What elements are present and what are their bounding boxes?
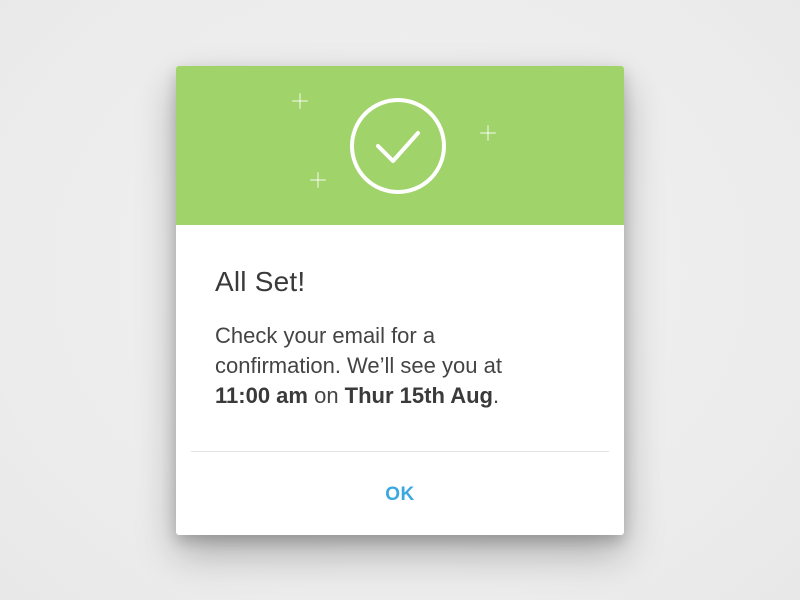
message-end: . — [492, 383, 500, 408]
confirmation-dialog: All Set! Check your email for a confirmat… — [176, 66, 624, 535]
message-line-2: confirmation. We’ll see you at — [215, 353, 502, 378]
plus-icon — [292, 93, 308, 109]
header-graphic — [292, 93, 496, 194]
backdrop: All Set! Check your email for a confirmat… — [0, 0, 800, 600]
message-connector: on — [307, 383, 345, 408]
appointment-date: Thur 15th Aug — [344, 383, 493, 408]
dialog-message: Check your email for a confirmation. We’l… — [215, 321, 595, 411]
plus-icon — [480, 125, 496, 141]
dialog-title: All Set! — [215, 266, 306, 297]
message-line-1: Check your email for a — [215, 323, 436, 348]
plus-icon — [310, 172, 326, 188]
dialog-header — [176, 66, 624, 225]
divider — [191, 451, 609, 452]
check-circle-icon — [350, 98, 446, 194]
appointment-time: 11:00 am — [215, 383, 308, 408]
ok-button[interactable]: OK — [350, 470, 450, 520]
